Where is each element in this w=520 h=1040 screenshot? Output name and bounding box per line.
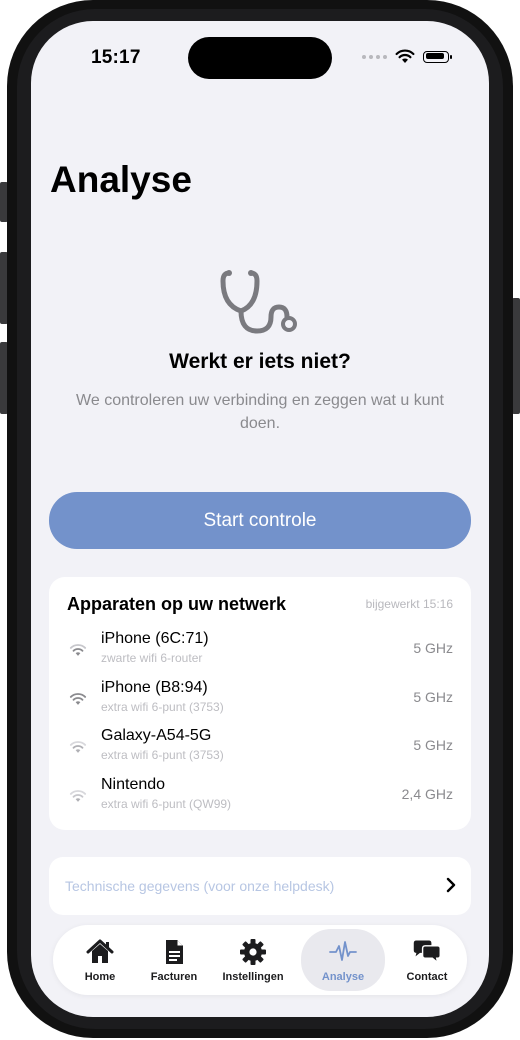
- phone-screen: 15:17 Analyse Werkt er iets niet? We con…: [31, 21, 489, 1017]
- devices-card: Apparaten op uw netwerk bijgewerkt 15:16…: [49, 577, 471, 830]
- tab-label: Analyse: [321, 971, 365, 983]
- device-access-point: extra wifi 6-punt (3753): [101, 700, 224, 714]
- tab-label: Instellingen: [222, 971, 284, 983]
- tab-contact[interactable]: Contact: [391, 925, 463, 995]
- device-band: 5 GHz: [413, 737, 453, 753]
- waveform-icon: [329, 941, 357, 961]
- wifi-icon: [69, 741, 87, 753]
- wifi-icon: [69, 644, 87, 656]
- tab-bar: Home Facturen Instellingen Analyse Conta…: [53, 925, 467, 995]
- device-band: 5 GHz: [413, 640, 453, 656]
- device-access-point: zwarte wifi 6-router: [101, 651, 203, 665]
- page-title: Analyse: [50, 159, 192, 200]
- wifi-icon: [69, 790, 87, 802]
- devices-title: Apparaten op uw netwerk: [67, 594, 287, 614]
- tab-facturen[interactable]: Facturen: [139, 925, 209, 995]
- device-access-point: extra wifi 6-punt (3753): [101, 748, 224, 762]
- device-name: iPhone (B8:94): [101, 679, 208, 696]
- hero-title: Werkt er iets niet?: [169, 350, 351, 373]
- wifi-icon: [395, 49, 415, 63]
- device-row[interactable]: iPhone (B8:94) extra wifi 6-punt (3753) …: [49, 676, 471, 720]
- gear-icon: [240, 939, 266, 965]
- cellular-signal-icon: [362, 54, 387, 59]
- chevron-right-icon: [446, 877, 456, 893]
- battery-icon: [423, 50, 452, 63]
- tab-label: Home: [84, 971, 116, 983]
- technical-details-label: Technische gegevens (voor onze helpdesk): [65, 878, 335, 894]
- tab-analyse[interactable]: Analyse: [301, 929, 385, 991]
- device-access-point: extra wifi 6-punt (QW99): [101, 797, 232, 811]
- tab-instellingen[interactable]: Instellingen: [213, 925, 293, 995]
- device-band: 5 GHz: [413, 689, 453, 705]
- hero-subtitle: We controleren uw verbinding en zeggen w…: [76, 392, 444, 432]
- wifi-icon: [69, 693, 87, 705]
- device-row[interactable]: Galaxy-A54-5G extra wifi 6-punt (3753) 5…: [49, 724, 471, 768]
- device-row[interactable]: iPhone (6C:71) zwarte wifi 6-router 5 GH…: [49, 627, 471, 671]
- status-icons: [362, 49, 452, 64]
- device-name: Galaxy-A54-5G: [101, 727, 212, 744]
- power-button: [512, 298, 520, 414]
- dynamic-island: [188, 37, 332, 79]
- devices-updated: bijgewerkt 15:16: [365, 597, 453, 611]
- document-icon: [166, 940, 183, 964]
- tab-label: Facturen: [150, 971, 198, 983]
- chat-bubbles-icon: [413, 940, 441, 965]
- status-time: 15:17: [91, 47, 141, 68]
- device-name: Nintendo: [101, 776, 166, 793]
- tab-home[interactable]: Home: [65, 925, 135, 995]
- stethoscope-icon: [220, 270, 297, 334]
- start-check-button[interactable]: Start controle: [49, 492, 471, 549]
- technical-details-row[interactable]: Technische gegevens (voor onze helpdesk): [49, 857, 471, 915]
- device-band: 2,4 GHz: [401, 786, 453, 802]
- device-row[interactable]: Nintendo extra wifi 6-punt (QW99) 2,4 GH…: [49, 773, 471, 817]
- tab-label: Contact: [406, 971, 448, 983]
- house-icon: [86, 939, 114, 963]
- device-name: iPhone (6C:71): [101, 630, 209, 647]
